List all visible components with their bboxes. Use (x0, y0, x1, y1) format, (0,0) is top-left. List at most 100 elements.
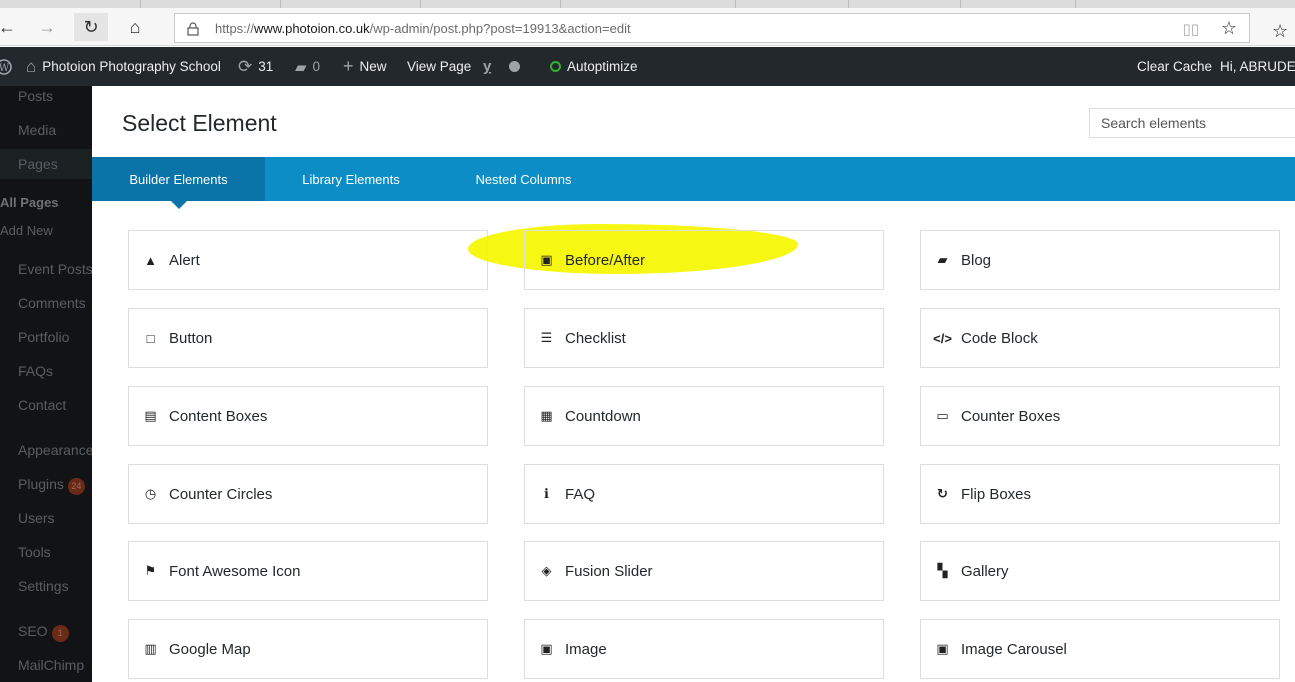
forward-button[interactable]: → (30, 13, 64, 41)
new-content-link[interactable]: + New (343, 47, 387, 86)
sidebar-item-media[interactable]: Media (18, 122, 56, 138)
autoptimize-link[interactable]: Autoptimize (550, 47, 638, 86)
clear-cache-label: Clear Cache (1137, 59, 1213, 74)
element-card-label: Code Block (961, 329, 1038, 347)
sidebar-item-users[interactable]: Users (18, 510, 55, 526)
reading-view-icon[interactable]: ▯▯ (1182, 20, 1199, 38)
element-card-label: Font Awesome Icon (169, 562, 301, 580)
comment-bubble-icon: ▰ (295, 58, 307, 76)
select-element-modal: Select Element Builder Elements Library … (92, 86, 1295, 682)
sidebar-item-settings[interactable]: Settings (18, 578, 69, 594)
yoast-icon: ỵ (483, 58, 492, 75)
element-card[interactable]: □ Button (128, 308, 488, 368)
home-button[interactable]: ⌂ (118, 13, 152, 41)
browser-tab[interactable] (420, 0, 421, 8)
element-card-label: Flip Boxes (961, 485, 1032, 503)
back-button[interactable]: ← (0, 13, 24, 41)
wordpress-logo-icon[interactable]: W (0, 47, 12, 86)
autoptimize-label: Autoptimize (567, 59, 638, 74)
sidebar-item-pages[interactable]: Pages (18, 156, 58, 172)
element-card-label: Checklist (565, 329, 626, 347)
map-icon: ▥ (144, 641, 157, 656)
sidebar-subitem-add-new[interactable]: Add New (0, 223, 53, 238)
element-card-label: Fusion Slider (565, 562, 653, 580)
comments-link[interactable]: ▰ 0 (295, 47, 320, 86)
yoast-seo-link[interactable]: ỵ (483, 47, 521, 86)
tab-builder-elements[interactable]: Builder Elements (92, 157, 265, 209)
browser-tab[interactable] (735, 0, 736, 8)
element-card-label: Gallery (961, 562, 1009, 580)
view-page-label: View Page (407, 59, 472, 74)
calendar-check-icon: ▦ (540, 408, 553, 423)
browser-tab[interactable] (280, 0, 281, 8)
seo-notification-badge: 1 (51, 625, 69, 642)
sidebar-item-mailchimp[interactable]: MailChimp (18, 657, 84, 673)
element-tabs: Builder Elements Library Elements Nested… (92, 157, 1295, 209)
element-card[interactable]: ▰ Blog (920, 230, 1280, 290)
element-card[interactable]: </> Code Block (920, 308, 1280, 368)
favorites-hub-icon[interactable]: ☆ (1272, 21, 1288, 42)
refresh-icon: ↻ (937, 486, 948, 501)
element-card[interactable]: ☰ Checklist (524, 308, 884, 368)
refresh-button[interactable]: ↻ (74, 13, 108, 41)
updates-link[interactable]: ⟳ 31 (238, 47, 273, 86)
sidebar-item-posts[interactable]: Posts (18, 88, 53, 104)
sidebar-item-contact[interactable]: Contact (18, 397, 66, 413)
element-card-label: Alert (169, 251, 200, 269)
element-card[interactable]: ▭ Counter Boxes (920, 386, 1280, 446)
element-card-label: Google Map (169, 640, 251, 658)
sidebar-item-seo[interactable]: SEO 1 (18, 623, 69, 642)
site-name-link[interactable]: ⌂ Photoion Photography School (26, 47, 221, 86)
my-account-link[interactable]: Hi, ABRUDEA (1220, 47, 1295, 86)
sidebar-item-event-posts[interactable]: Event Posts (18, 261, 92, 277)
element-card-label: Image (565, 640, 607, 658)
element-card[interactable]: ⚑ Font Awesome Icon (128, 541, 488, 601)
arrow-right-icon: → (38, 16, 56, 37)
clear-cache-link[interactable]: Clear Cache (1137, 47, 1212, 86)
browser-tab[interactable] (1075, 0, 1076, 8)
favorite-star-icon[interactable]: ☆ (1221, 18, 1237, 39)
image-icon: ▣ (540, 641, 553, 656)
element-card[interactable]: ◷ Counter Circles (128, 464, 488, 524)
wp-admin-bar: W ⌂ Photoion Photography School ⟳ 31 ▰ 0… (0, 47, 1295, 86)
tab-library-elements[interactable]: Library Elements (265, 157, 437, 201)
element-card[interactable]: ▦ Countdown (524, 386, 884, 446)
browser-tab[interactable] (960, 0, 961, 8)
home-icon: ⌂ (129, 16, 141, 37)
address-bar[interactable]: https://www.photoion.co.uk/wp-admin/post… (174, 13, 1250, 43)
element-card[interactable]: ↻ Flip Boxes (920, 464, 1280, 524)
tab-nested-columns[interactable]: Nested Columns (437, 157, 610, 201)
element-card[interactable]: ▣ Image Carousel (920, 619, 1280, 679)
sidebar-item-appearance[interactable]: Appearance (18, 442, 92, 458)
square-icon: □ (146, 330, 155, 346)
sidebar-item-portfolio[interactable]: Portfolio (18, 329, 69, 345)
sidebar-item-comments[interactable]: Comments (18, 295, 86, 311)
seo-status-dot-icon (509, 61, 521, 72)
element-card[interactable]: ◈ Fusion Slider (524, 541, 884, 601)
browser-tab[interactable] (848, 0, 849, 8)
sidebar-item-plugins[interactable]: Plugins 24 (18, 476, 85, 495)
element-card[interactable]: ▤ Content Boxes (128, 386, 488, 446)
element-card-label: Image Carousel (961, 640, 1067, 658)
browser-tab-strip[interactable] (0, 0, 1295, 8)
element-card[interactable]: ▣ Image (524, 619, 884, 679)
info-icon: ℹ (544, 486, 549, 501)
element-card[interactable]: ▚ Gallery (920, 541, 1280, 601)
search-elements-input[interactable] (1089, 108, 1295, 138)
browser-tab[interactable] (560, 0, 561, 8)
comments-count: 0 (312, 59, 321, 74)
url-path: /wp-admin/post.php?post=19913&action=edi… (369, 20, 631, 36)
list-icon: ☰ (540, 330, 553, 345)
element-card[interactable]: ▲ Alert (128, 230, 488, 290)
layers-icon: ◈ (541, 563, 552, 578)
element-card[interactable]: ▣ Before/After (524, 230, 884, 290)
sidebar-item-tools[interactable]: Tools (18, 544, 51, 560)
element-card[interactable]: ℹ FAQ (524, 464, 884, 524)
element-card[interactable]: ▥ Google Map (128, 619, 488, 679)
sidebar-item-faqs[interactable]: FAQs (18, 363, 53, 379)
view-page-link[interactable]: View Page (407, 47, 471, 86)
images-icon: ▣ (936, 641, 949, 656)
browser-tab[interactable] (140, 0, 141, 8)
lock-icon (187, 20, 201, 36)
sidebar-subitem-all-pages[interactable]: All Pages (0, 195, 59, 210)
